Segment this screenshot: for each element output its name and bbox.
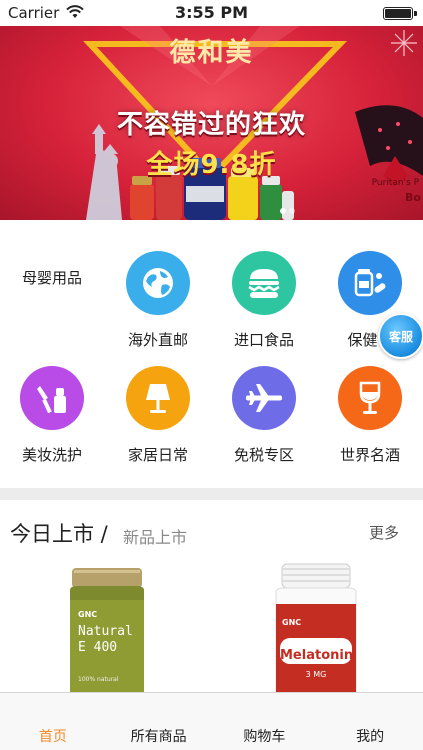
banner-promo: 全场9.8折 [146, 150, 277, 180]
product-name-2: 3 MG [305, 670, 327, 679]
banner-page-dot[interactable] [289, 208, 295, 214]
product-card[interactable]: GNC Natural E 400 100% natural [66, 560, 148, 692]
battery-icon [383, 7, 413, 20]
category-label-baby[interactable]: 母婴用品 [22, 267, 82, 288]
banner-side-text-2: Bo [405, 191, 421, 204]
product-name: Melatonin [280, 648, 354, 663]
wine-glass-icon [338, 366, 402, 430]
tab-home[interactable]: 首页 [0, 693, 106, 750]
category-duty-free[interactable]: 免税专区 [212, 366, 316, 465]
customer-service-button[interactable]: 客服 [378, 313, 423, 359]
category-label: 进口食品 [233, 331, 294, 349]
category-label: 免税专区 [233, 446, 294, 464]
burger-icon [232, 251, 296, 315]
cosmetics-icon [20, 366, 84, 430]
tab-all-products[interactable]: 所有商品 [106, 693, 212, 750]
product-name-2: E 400 [78, 640, 118, 655]
section-divider [0, 488, 423, 500]
status-bar: Carrier 3:55 PM [0, 0, 423, 26]
more-link[interactable]: 更多 [369, 522, 399, 543]
category-label: 世界名酒 [339, 446, 400, 464]
section-subtitle: 新品上市 [123, 528, 188, 547]
category-beauty-care[interactable]: 美妆洗护 [0, 366, 104, 465]
product-card[interactable]: GNC Melatonin 3 MG [270, 560, 362, 692]
promo-banner[interactable]: 德和美 不容错过的狂欢 全场9.8折 Puritan's P Bo [0, 26, 423, 220]
product-name: Natural [78, 624, 133, 639]
tab-bar: 首页 所有商品 购物车 我的 [0, 692, 423, 750]
category-label: 家居日常 [127, 446, 188, 464]
category-home-daily[interactable]: 家居日常 [106, 366, 210, 465]
banner-page-dot-active[interactable] [280, 208, 286, 214]
clock: 3:55 PM [174, 3, 248, 22]
globe-icon [126, 251, 190, 315]
product-brand: GNC [282, 618, 302, 627]
category-label: 海外直邮 [127, 331, 188, 349]
customer-service-label: 客服 [388, 329, 413, 344]
product-note: 100% natural [78, 676, 119, 683]
lamp-icon [126, 366, 190, 430]
airplane-icon [232, 366, 296, 430]
tab-cart[interactable]: 购物车 [212, 693, 318, 750]
product-brand: GNC [78, 610, 98, 619]
banner-side-text: Puritan's P [371, 178, 419, 188]
new-arrivals-header: 今日上市 / 新品上市 更多 [0, 500, 423, 560]
banner-headline: 不容错过的狂欢 [116, 110, 306, 140]
medicine-icon [338, 251, 402, 315]
category-label: 美妆洗护 [21, 446, 82, 464]
section-title: 今日上市 / [10, 522, 108, 546]
tab-profile[interactable]: 我的 [317, 693, 423, 750]
banner-brand: 德和美 [169, 38, 254, 68]
category-overseas-direct[interactable]: 海外直邮 [106, 251, 210, 350]
product-list: GNC Natural E 400 100% natural GNC Melat… [0, 560, 423, 692]
category-grid: 母婴用品 海外直邮 进口食品 保健食 美妆洗护 家居日常 免税专区 世界名酒 [0, 220, 423, 488]
category-imported-food[interactable]: 进口食品 [212, 251, 316, 350]
category-fine-wine[interactable]: 世界名酒 [318, 366, 422, 465]
